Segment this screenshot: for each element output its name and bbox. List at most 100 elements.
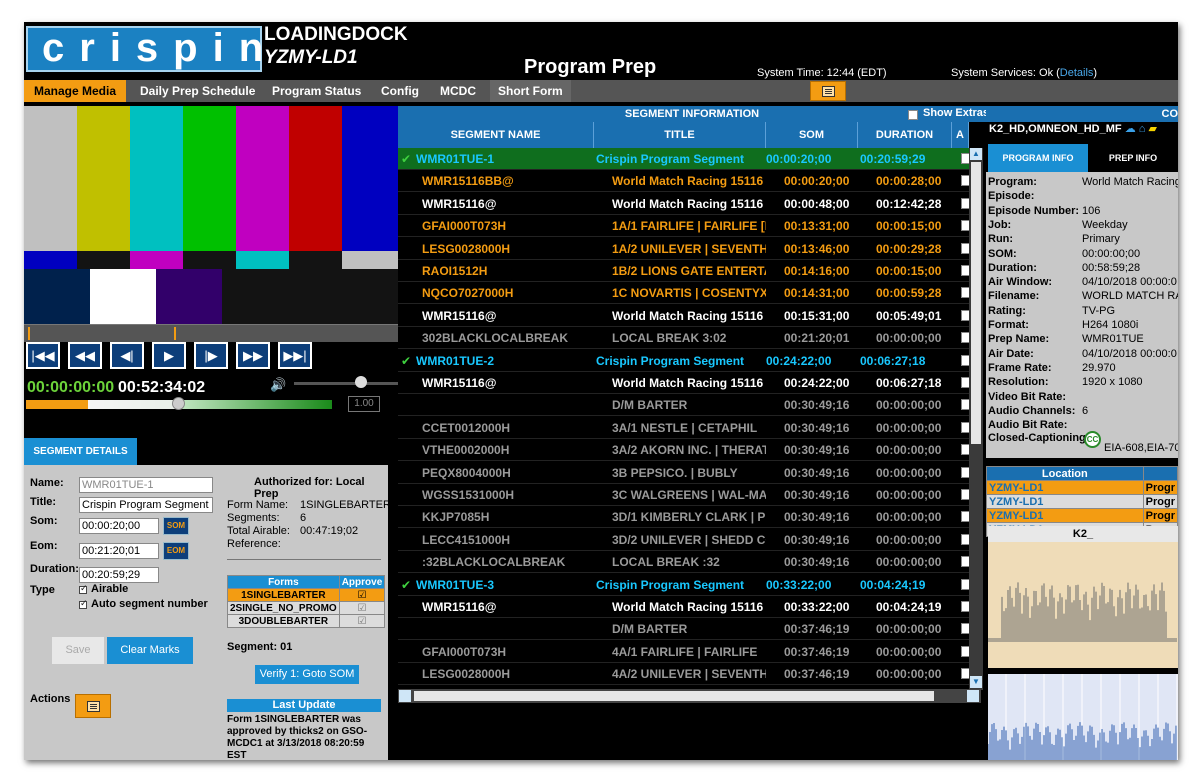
table-row[interactable]: WMR15116@ World Match Racing 15116 00:15:3… [398,304,971,327]
scroll-down-arrow[interactable]: ▼ [970,676,982,688]
table-row[interactable]: VTHE0002000H 3A/2 AKORN INC. | THERAT 00:3… [398,439,971,462]
home-icon[interactable]: ⌂ [1139,123,1146,135]
tab-config[interactable]: Config [373,80,427,102]
table-row[interactable]: D/M BARTER 00:30:49;16 00:00:00;00 [398,394,971,417]
actions-menu-button[interactable] [75,694,111,718]
tab-program-info[interactable]: PROGRAM INFO [988,144,1088,172]
truck-icon[interactable]: ▰ [1148,123,1156,135]
save-button[interactable]: Save [52,637,104,664]
segment-duration: 00:06:27;18 [860,353,926,368]
segment-som: 00:21:20;01 [784,331,850,346]
volume-slider[interactable] [294,382,398,385]
duration-field[interactable]: 00:20:59;29 [79,567,159,583]
location-row[interactable]: YZMY-LD1Progr [986,480,1178,495]
som-field[interactable]: 00:00:20;00 [79,518,159,534]
system-services-details-link[interactable]: Details [1060,67,1094,79]
table-row[interactable]: LECC4151000H 3D/2 UNILEVER | SHEDD CO 00:3… [398,528,971,551]
form-row[interactable]: 2SINGLE_NO_PROMO ☑ [227,601,386,615]
col-segment-name[interactable]: SEGMENT NAME [398,122,594,148]
title-field[interactable]: Crispin Program Segment [79,497,213,513]
clear-marks-button[interactable]: Clear Marks [107,637,193,664]
step-forward-button[interactable]: |▶ [194,342,228,369]
device-row: K2_HD,OMNEON_HD_MF ☁ ⌂ ▰ [986,122,1178,144]
scroll-thumb[interactable] [971,162,981,444]
table-row[interactable]: ✔ WMR01TUE-2 Crispin Program Segment 00:24:… [398,349,971,372]
tab-segment-details[interactable]: SEGMENT DETAILS [24,438,137,465]
location-row[interactable]: YZMY-LD1Progr [986,508,1178,523]
step-back-button[interactable]: ◀| [110,342,144,369]
scroll-right-arrow[interactable] [967,690,979,702]
table-row[interactable]: WMR15116@ World Match Racing 15116 00:24:2… [398,372,971,394]
goto-start-button[interactable]: |◀◀ [26,342,60,369]
form-row[interactable]: 1SINGLEBARTER ☑ [227,588,386,602]
approve-checkbox[interactable]: ☑ [338,614,386,628]
form-row[interactable]: 3DOUBLEBARTER ☑ [227,614,386,628]
tab-manage-media[interactable]: Manage Media [24,80,126,102]
volume-knob[interactable] [355,376,367,388]
mark-in[interactable] [28,327,30,340]
table-row[interactable]: WMR15116@ World Match Racing 15116 00:00:4… [398,192,971,215]
table-row[interactable]: ✔ WMR01TUE-1 Crispin Program Segment 00:00:… [398,148,971,170]
eom-field[interactable]: 00:21:20;01 [79,543,159,559]
set-som-button[interactable]: SOM [163,517,189,535]
mark-out[interactable] [174,327,176,340]
segment-som: 00:00:20;00 [766,152,832,166]
table-row[interactable]: WMR15116@ World Match Racing 15116 00:33:2… [398,596,971,618]
table-row[interactable]: KKJP7085H 3D/1 KIMBERLY CLARK | PU 00:30:4… [398,506,971,529]
segment-information-header: SEGMENT INFORMATION [398,106,986,122]
fast-forward-button[interactable]: ▶▶ [236,342,270,369]
hscroll-thumb[interactable] [414,691,934,701]
vertical-scrollbar[interactable]: ▲ ▼ [969,148,983,690]
segment-name: LECC4151000H [422,532,511,547]
col-title[interactable]: TITLE [594,122,766,148]
table-row[interactable]: RAOI1512H 1B/2 LIONS GATE ENTERTAI 00:14:1… [398,260,971,282]
location-row[interactable]: YZMY-LD1Progr [986,494,1178,509]
main-menu-button[interactable] [810,81,846,101]
set-eom-button[interactable]: EOM [163,542,189,560]
horizontal-scrollbar[interactable] [398,689,981,703]
table-row[interactable]: 302BLACKLOCALBREAK LOCAL BREAK 3:02 00:21:… [398,327,971,350]
approve-checkbox[interactable]: ☑ [338,601,386,615]
tab-short-form[interactable]: Short Form [490,80,571,102]
info-row: Format: H264 1080i [986,319,1178,333]
tab-mcdc[interactable]: MCDC [432,80,484,102]
name-field[interactable]: WMR01TUE-1 [79,477,213,493]
segments-label: Segments: [227,512,280,524]
table-row[interactable]: WGSS1531000H 3C WALGREENS | WAL-MART 00:30… [398,484,971,506]
table-row[interactable]: PEQX8004000H 3B PEPSICO. | BUBLY 00:30:49;… [398,461,971,484]
scrub-bar[interactable] [24,324,398,342]
table-row[interactable]: GFAI000T073H 4A/1 FAIRLIFE | FAIRLIFE 00:3… [398,640,971,663]
segment-name: WMR01TUE-3 [416,577,495,592]
right-panel-header: CO [986,106,1178,122]
table-row[interactable]: LESG0028000H 4A/2 UNILEVER | SEVENTH G 00:… [398,663,971,686]
scroll-up-arrow[interactable]: ▲ [970,148,982,160]
rewind-button[interactable]: ◀◀ [68,342,102,369]
table-row[interactable]: LESG0028000H 1A/2 UNILEVER | SEVENTH G 00:… [398,237,971,260]
col-airable[interactable]: A [952,122,969,148]
goto-end-button[interactable]: ▶▶| [278,342,312,369]
table-row[interactable]: ✔ WMR01TUE-3 Crispin Program Segment 00:33:… [398,573,971,596]
col-duration[interactable]: DURATION [858,122,952,148]
approve-checkbox[interactable]: ☑ [338,588,386,602]
table-row[interactable]: WMR15116BB@ World Match Racing 15116 00:00… [398,170,971,193]
table-row[interactable]: GFAI000T073H 1A/1 FAIRLIFE | FAIRLIFE [N 0… [398,215,971,238]
speaker-icon[interactable]: 🔊 [270,377,286,393]
table-row[interactable]: D/M BARTER 00:37:46;19 00:00:00;00 [398,618,971,641]
tab-prep-info[interactable]: PREP INFO [1088,144,1178,172]
zoom-input[interactable]: 1.00 [348,396,380,412]
cloud-icon[interactable]: ☁ [1125,123,1136,135]
jog-knob[interactable] [172,397,185,410]
show-extras-checkbox[interactable] [908,110,918,120]
auto-segment-checkbox[interactable] [79,598,88,609]
tab-daily-prep-schedule[interactable]: Daily Prep Schedule [132,80,263,102]
tab-program-status[interactable]: Program Status [264,80,369,102]
play-button[interactable]: ▶ [152,342,186,369]
table-row[interactable]: :32BLACKLOCALBREAK LOCAL BREAK :32 00:30:4… [398,551,971,574]
table-row[interactable]: CCET0012000H 3A/1 NESTLE | CETAPHIL 00:30:… [398,416,971,439]
system-time: System Time: 12:44 (EDT) [757,67,887,79]
table-row[interactable]: NQCO7027000H 1C NOVARTIS | COSENTYX [00:1… [398,282,971,305]
col-som[interactable]: SOM [766,122,858,148]
scroll-left-arrow[interactable] [399,690,411,702]
airable-checkbox[interactable] [79,583,88,594]
verify-goto-som-button[interactable]: Verify 1: Goto SOM [255,665,359,684]
